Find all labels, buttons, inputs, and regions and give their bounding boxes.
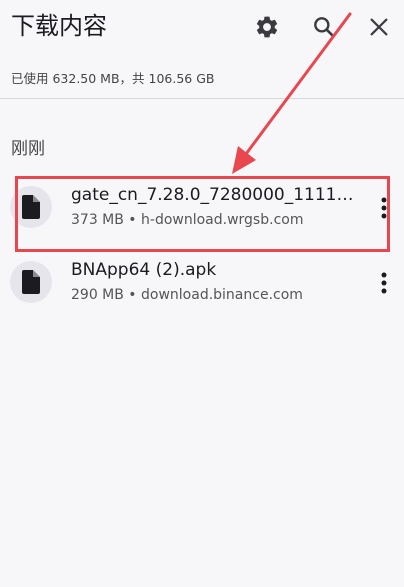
section-label-recent: 刚刚: [11, 139, 45, 159]
file-icon: [22, 270, 40, 294]
more-vert-icon: [381, 197, 387, 219]
file-icon: [22, 195, 40, 219]
more-vert-icon: [381, 272, 387, 294]
app-bar: 下载内容: [0, 0, 404, 56]
search-button[interactable]: [307, 10, 341, 44]
download-item[interactable]: gate_cn_7.28.0_7280000_11111... 373 MB •…: [0, 178, 404, 238]
downloads-page: 下载内容 已使用 632.50 MB，共 106.56 GB 刚刚 gate_c…: [0, 0, 404, 587]
file-icon-badge: [10, 261, 52, 303]
download-file-meta: 290 MB • download.binance.com: [71, 287, 303, 303]
page-title: 下载内容: [11, 12, 107, 40]
gear-icon: [256, 16, 278, 38]
settings-button[interactable]: [250, 10, 284, 44]
storage-usage-text: 已使用 632.50 MB，共 106.56 GB: [11, 71, 215, 86]
close-button[interactable]: [362, 10, 396, 44]
download-item[interactable]: BNApp64 (2).apk 290 MB • download.binanc…: [0, 253, 404, 313]
download-file-meta: 373 MB • h-download.wrgsb.com: [71, 212, 304, 228]
download-file-name: BNApp64 (2).apk: [71, 260, 217, 280]
search-icon: [314, 17, 335, 38]
file-icon-badge: [10, 186, 52, 228]
download-file-name: gate_cn_7.28.0_7280000_11111...: [71, 185, 356, 205]
more-options-button[interactable]: [370, 192, 398, 224]
more-options-button[interactable]: [370, 267, 398, 299]
header-divider: [0, 98, 404, 99]
close-icon: [370, 18, 388, 36]
